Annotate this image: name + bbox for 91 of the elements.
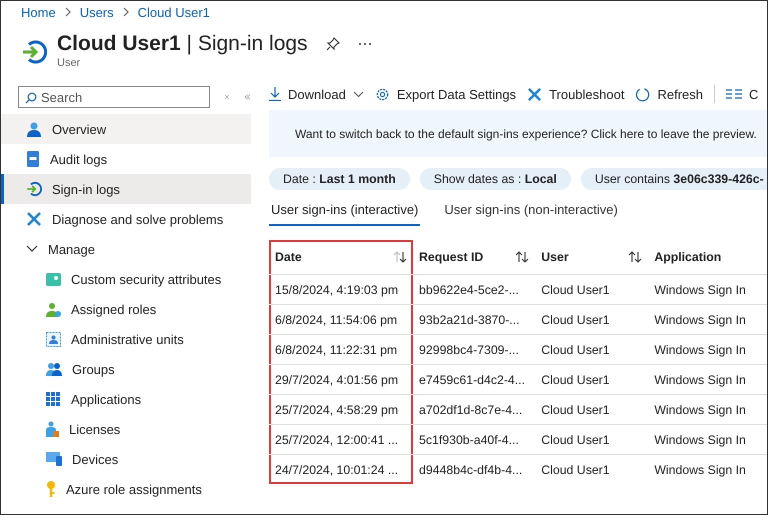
table-cell: Cloud User1	[535, 304, 648, 334]
columns-icon	[726, 88, 742, 100]
user-role-icon	[46, 302, 61, 316]
table-cell: 92998bc4-7309-...	[413, 334, 536, 364]
search-icon	[25, 92, 37, 104]
license-icon	[46, 421, 59, 437]
page-title: Cloud User1 | Sign-in logs	[57, 32, 308, 56]
page-subtitle: User	[57, 57, 82, 69]
clear-icon[interactable]	[224, 92, 230, 102]
toolbar-button[interactable]: C	[726, 86, 758, 102]
tag-icon	[46, 272, 61, 286]
nav-item[interactable]: Audit logs	[1, 144, 251, 174]
toolbar-button[interactable]: Download	[269, 86, 364, 102]
column-header[interactable]: Request ID	[413, 240, 536, 274]
table-cell: Windows Sign In	[648, 424, 767, 454]
gear-icon	[374, 86, 390, 102]
breadcrumb-link[interactable]: Cloud User1	[138, 4, 210, 20]
table-cell: bb9622e4-5ce2-...	[413, 274, 536, 304]
table-cell: e7459c61-d4c2-4...	[413, 364, 536, 394]
table-cell: 6/8/2024, 11:54:06 pm	[269, 304, 414, 334]
toolbar-button[interactable]: Troubleshoot	[527, 86, 624, 102]
table-cell: Cloud User1	[535, 334, 648, 364]
nav-item[interactable]: Sign-in logs	[1, 174, 251, 204]
table-cell: Windows Sign In	[648, 394, 767, 424]
table-cell: 24/7/2024, 10:01:24 ...	[269, 454, 414, 484]
more-icon[interactable]	[358, 42, 372, 46]
key-icon	[46, 481, 56, 497]
nav-item[interactable]: Licenses	[1, 414, 251, 444]
sign-in-icon	[21, 39, 47, 65]
table-cell: 29/7/2024, 4:01:56 pm	[269, 364, 414, 394]
collapse-icon[interactable]	[244, 92, 251, 102]
filter-pill[interactable]: Show dates as : Local	[420, 168, 571, 190]
nav-item[interactable]: Devices	[1, 444, 251, 474]
sort-icon[interactable]	[515, 251, 530, 263]
column-header[interactable]: User	[535, 240, 648, 274]
sort-icon[interactable]	[628, 251, 642, 263]
nav-item[interactable]: Groups	[1, 354, 251, 384]
table-cell: Windows Sign In	[648, 274, 767, 304]
column-header[interactable]: Date	[269, 240, 414, 274]
breadcrumb-link[interactable]: Users	[80, 4, 114, 20]
nav-item[interactable]: Applications	[1, 384, 251, 414]
table-cell: Windows Sign In	[648, 334, 767, 364]
tab[interactable]: User sign-ins (non-interactive)	[442, 198, 620, 226]
banner-message[interactable]: Want to switch back to the default sign-ins experience? Click here to leave the preview.	[295, 126, 757, 140]
table-cell: Windows Sign In	[648, 304, 767, 334]
column-header[interactable]: Application	[648, 240, 767, 274]
table-cell: 25/7/2024, 4:58:29 pm	[269, 394, 414, 424]
search-field[interactable]: Search	[18, 86, 210, 108]
nav-item[interactable]: Administrative units	[1, 324, 251, 354]
table-cell: 15/8/2024, 4:19:03 pm	[269, 274, 414, 304]
chevron-down-icon	[352, 90, 364, 98]
nav-item[interactable]: Azure role assignments	[1, 474, 251, 504]
filter-pill[interactable]: Date : Last 1 month	[269, 168, 410, 190]
sign-in-icon	[26, 181, 42, 197]
download-icon	[269, 87, 281, 101]
unit-icon	[46, 332, 61, 346]
table-cell: Cloud User1	[535, 424, 648, 454]
nav-item[interactable]: Diagnose and solve problems	[1, 204, 251, 234]
nav-item[interactable]: Assigned roles	[1, 294, 251, 324]
chevron-icon	[64, 7, 72, 17]
table-cell: 6/8/2024, 11:22:31 pm	[269, 334, 414, 364]
nav-item[interactable]: Manage	[1, 234, 251, 264]
table-cell: d9448b4c-df4b-4...	[413, 454, 536, 484]
group-icon	[46, 362, 62, 376]
nav-item[interactable]: Overview	[1, 114, 251, 144]
table-cell: a702df1d-8c7e-4...	[413, 394, 536, 424]
table-cell: Cloud User1	[535, 364, 648, 394]
table-cell: 25/7/2024, 12:00:41 ...	[269, 424, 414, 454]
table-cell: 93b2a21d-3870-...	[413, 304, 536, 334]
table-cell: Cloud User1	[535, 394, 648, 424]
log-icon	[26, 151, 40, 167]
tools-icon	[26, 211, 42, 227]
toolbar-button[interactable]: Refresh	[635, 86, 703, 102]
table-cell: 5c1f930b-a40f-4...	[413, 424, 536, 454]
table-cell: Windows Sign In	[648, 454, 767, 484]
device-icon	[46, 452, 62, 466]
sort-icon[interactable]	[393, 251, 408, 263]
chevron-icon	[122, 7, 130, 17]
grid-icon	[46, 392, 61, 406]
refresh-icon	[635, 86, 650, 102]
tab[interactable]: User sign-ins (interactive)	[269, 198, 420, 226]
tools-icon	[527, 86, 542, 102]
table-cell: Cloud User1	[535, 274, 648, 304]
pin-icon[interactable]	[326, 37, 340, 51]
table-cell: Windows Sign In	[648, 364, 767, 394]
nav-item[interactable]: Custom security attributes	[1, 264, 251, 294]
toolbar-button[interactable]: Export Data Settings	[374, 86, 516, 102]
table-cell: Cloud User1	[535, 454, 648, 484]
person-icon	[26, 121, 42, 137]
breadcrumb-link[interactable]: Home	[21, 4, 56, 20]
filter-pill[interactable]: User contains 3e06c339-426c-	[580, 168, 767, 190]
